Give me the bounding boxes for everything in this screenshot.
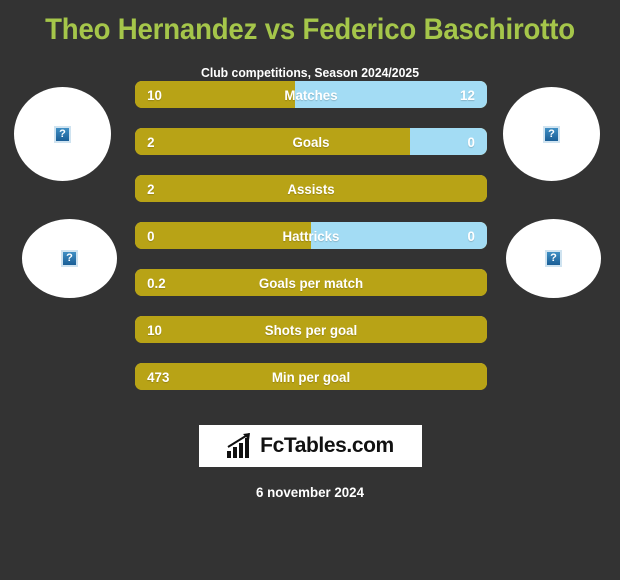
stat-bar-text: 2 Assists — [135, 175, 487, 202]
stat-bar-row: 10 Shots per goal — [135, 316, 487, 343]
stat-left-value: 2 — [147, 133, 155, 150]
stat-label: Matches — [284, 86, 338, 103]
stat-right-value: 0 — [467, 133, 475, 150]
stat-bar-text: 0.2 Goals per match — [135, 269, 487, 296]
avatar-left-bottom: ? — [22, 219, 117, 298]
page-subtitle: Club competitions, Season 2024/2025 — [200, 65, 419, 80]
stat-left-value: 473 — [147, 368, 170, 385]
stat-bar-text: 10 Matches 12 — [135, 81, 487, 108]
stat-bar-row: 10 Matches 12 — [135, 81, 487, 108]
stat-bar-text: 2 Goals 0 — [135, 128, 487, 155]
fctables-logo-text: FcTables.com — [260, 434, 394, 457]
page-title: Theo Hernandez vs Federico Baschirotto — [45, 13, 575, 46]
stat-label: Min per goal — [271, 368, 351, 385]
stat-label: Assists — [287, 180, 335, 197]
stat-left-value: 0.2 — [147, 274, 166, 291]
header: Theo Hernandez vs Federico Baschirotto C… — [0, 0, 620, 81]
stat-bar-text: 10 Shots per goal — [135, 316, 487, 343]
stat-bar-row: 2 Goals 0 — [135, 128, 487, 155]
comparison-content: ? ? ? ? 10 Matches 12 2 Goals 0 2 Assists 0 Hattr… — [0, 81, 620, 421]
stat-label: Shots per goal — [264, 321, 358, 338]
stat-bar-row: 0.2 Goals per match — [135, 269, 487, 296]
broken-image-icon: ? — [545, 250, 562, 267]
stat-bars: 10 Matches 12 2 Goals 0 2 Assists 0 Hattricks 0 0.2… — [135, 81, 487, 410]
stat-label: Hattricks — [282, 227, 340, 244]
stat-left-value: 10 — [147, 86, 162, 103]
broken-image-icon: ? — [54, 125, 71, 143]
stat-left-value: 10 — [147, 321, 162, 338]
bar-chart-growth-icon — [227, 433, 251, 458]
stat-label: Goals per match — [258, 274, 364, 291]
stat-bar-row: 2 Assists — [135, 175, 487, 202]
stat-left-value: 0 — [147, 227, 155, 244]
footer: FcTables.com 6 november 2024 — [0, 421, 620, 500]
stat-bar-text: 473 Min per goal — [135, 363, 487, 390]
stat-label: Goals — [292, 133, 330, 150]
fctables-logo[interactable]: FcTables.com — [198, 425, 422, 467]
stat-right-value: 12 — [460, 86, 475, 103]
stat-right-value: 0 — [467, 227, 475, 244]
stat-left-value: 2 — [147, 180, 155, 197]
avatar-right-bottom: ? — [506, 219, 601, 298]
stat-bar-row: 473 Min per goal — [135, 363, 487, 390]
stat-bar-text: 0 Hattricks 0 — [135, 222, 487, 249]
avatar-right-top: ? — [503, 87, 600, 181]
broken-image-icon: ? — [61, 250, 78, 267]
report-date: 6 november 2024 — [256, 484, 364, 500]
stat-bar-row: 0 Hattricks 0 — [135, 222, 487, 249]
broken-image-icon: ? — [543, 125, 560, 143]
avatar-left-top: ? — [14, 87, 111, 181]
